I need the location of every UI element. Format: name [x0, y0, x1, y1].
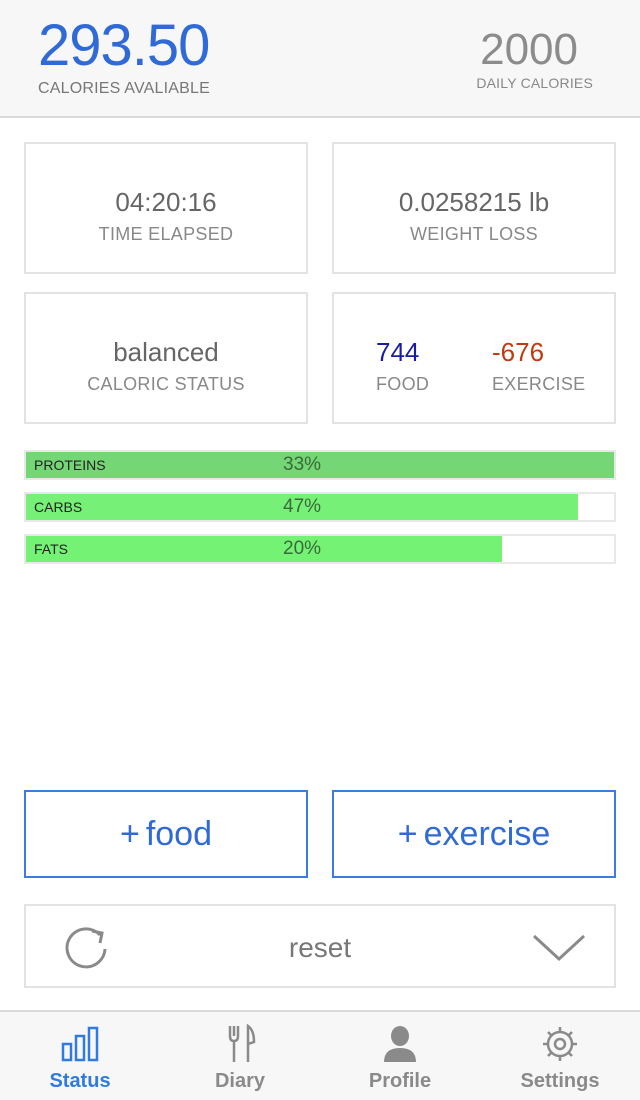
tab-diary[interactable]: Diary	[160, 1012, 320, 1100]
weight-loss-value: 0.0258215 lb	[398, 187, 550, 217]
macro-name-carbs: CARBS	[34, 499, 83, 515]
caloric-status-label: CALORIC STATUS	[87, 374, 245, 394]
daily-calories-label: DAILY CALORIES	[476, 75, 593, 91]
macro-bar-carbs: CARBS 47%	[24, 492, 616, 522]
time-elapsed-card: 04:20:16 TIME ELAPSED	[24, 142, 308, 274]
plus-icon: +	[397, 815, 418, 853]
reset-button[interactable]: reset	[24, 904, 616, 988]
time-elapsed-value: 04:20:16	[115, 187, 217, 217]
daily-calories-value: 2000	[480, 25, 578, 74]
person-icon	[378, 1024, 422, 1064]
caloric-status-card: balanced CALORIC STATUS	[24, 292, 308, 424]
add-food-label: food	[145, 815, 213, 853]
calories-available-label: CALORIES AVALIABLE	[38, 80, 210, 97]
macro-percent-fats: 20%	[283, 538, 322, 559]
header: 293.50 CALORIES AVALIABLE 2000 DAILY CAL…	[0, 0, 640, 118]
tab-status-label: Status	[49, 1070, 111, 1092]
macro-percent-carbs: 47%	[283, 496, 322, 517]
weight-loss-label: WEIGHT LOSS	[410, 224, 538, 244]
macro-bar-fats: FATS 20%	[24, 534, 616, 564]
caloric-status-value: balanced	[113, 337, 219, 367]
macro-bar-proteins: PROTEINS 33%	[24, 450, 616, 480]
add-food-button[interactable]: + food	[24, 790, 308, 878]
add-exercise-label: exercise	[423, 815, 551, 853]
exercise-summary: -676 EXERCISE	[492, 337, 634, 395]
macro-fill-fats	[26, 536, 502, 562]
weight-loss-card: 0.0258215 lb WEIGHT LOSS	[332, 142, 616, 274]
tab-settings[interactable]: Settings	[480, 1012, 640, 1100]
tab-profile[interactable]: Profile	[320, 1012, 480, 1100]
macro-name-proteins: PROTEINS	[34, 457, 106, 473]
tab-profile-label: Profile	[368, 1070, 432, 1092]
chevron-down-icon[interactable]	[532, 932, 586, 967]
reset-label: reset	[288, 932, 352, 963]
macro-percent-proteins: 33%	[283, 454, 322, 475]
calories-available-value: 293.50	[38, 13, 210, 78]
add-exercise-button[interactable]: + exercise	[332, 790, 616, 878]
tab-diary-label: Diary	[214, 1070, 266, 1092]
exercise-value: -676	[492, 337, 545, 367]
food-exercise-card: 744 FOOD -676 EXERCISE	[332, 292, 616, 424]
bar-chart-icon	[58, 1024, 102, 1064]
macro-name-fats: FATS	[34, 541, 68, 557]
time-elapsed-label: TIME ELAPSED	[98, 224, 234, 244]
exercise-label: EXERCISE	[492, 374, 586, 394]
tab-settings-label: Settings	[520, 1070, 600, 1092]
plus-icon: +	[119, 815, 140, 853]
tab-bar: Status Diary Profile Settings	[0, 1010, 640, 1100]
gear-icon	[538, 1024, 582, 1064]
fork-knife-icon	[218, 1023, 262, 1064]
tab-status[interactable]: Status	[0, 1012, 160, 1100]
